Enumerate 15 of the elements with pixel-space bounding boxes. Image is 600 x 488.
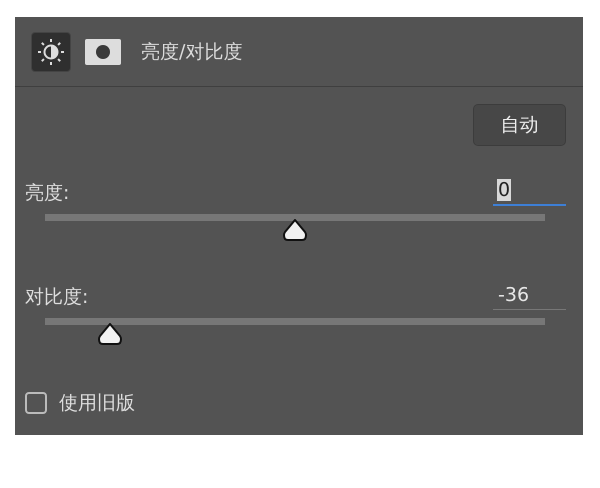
slider-thumb[interactable] bbox=[282, 219, 308, 241]
brightness-icon bbox=[37, 38, 65, 66]
value-field[interactable]: 0 bbox=[493, 176, 566, 206]
auto-button[interactable]: 自动 bbox=[473, 104, 566, 146]
value-field[interactable]: -36 bbox=[493, 280, 566, 310]
mask-icon bbox=[85, 38, 121, 64]
slider[interactable] bbox=[45, 214, 545, 242]
slider-thumb[interactable] bbox=[97, 323, 123, 345]
slider-label: 对比度: bbox=[25, 285, 88, 310]
slider[interactable] bbox=[45, 318, 545, 346]
panel-tab[interactable] bbox=[31, 32, 71, 72]
checkbox-label: 使用旧版 bbox=[59, 391, 135, 416]
panel-title: 亮度/对比度 bbox=[141, 40, 242, 64]
checkbox[interactable] bbox=[25, 392, 47, 414]
slider-label: 亮度: bbox=[25, 181, 70, 206]
